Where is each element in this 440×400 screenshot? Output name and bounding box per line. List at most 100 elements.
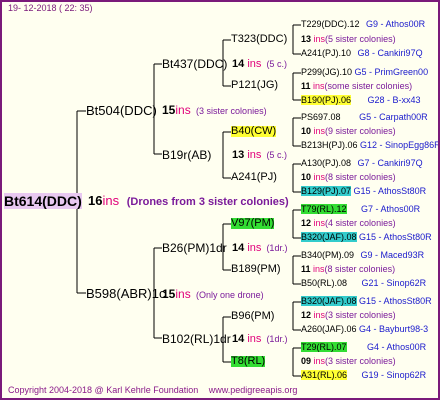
- gen1-name: Bt504(DDC): [86, 103, 157, 118]
- gen4-ref: G7 - Cankiri97Q: [357, 158, 423, 168]
- gen4-drones: 11 ins(8 sister colonies): [301, 265, 395, 274]
- gen2-info: 13 ins (5 c.): [232, 150, 287, 161]
- gen4-ref: G5 - Carpath00R: [359, 112, 428, 122]
- gen4-note: (5 sister colonies): [325, 34, 396, 44]
- gen2-count: 14: [232, 333, 245, 345]
- gen2-ins: ins: [247, 58, 262, 70]
- gen4-name: B320(JAF).08: [301, 296, 357, 306]
- gen4-drones: 09 ins(3 sister colonies): [301, 357, 396, 366]
- root-queen: Bt614(DDC): [4, 193, 82, 210]
- print-date: 19- 12-2018 ( 22: 35): [8, 3, 93, 13]
- gen4-drones: 13 ins(5 sister colonies): [301, 35, 396, 44]
- gen2-ins: ins: [247, 242, 262, 254]
- gen4-note: (3 sister colonies): [325, 356, 396, 366]
- gen4-ref: G15 - AthosSt80R: [353, 186, 427, 196]
- gen4-name: T29(RL).07: [301, 342, 347, 352]
- gen4-ins: ins: [313, 81, 325, 91]
- gen3-queen: A241(PJ): [231, 171, 277, 183]
- root-count: 16: [88, 193, 103, 208]
- gen1-note: (3 sister colonies): [196, 106, 267, 116]
- gen4-ref: G15 - AthosSt80R: [359, 296, 432, 306]
- gen4-name: PS697.08: [301, 112, 341, 122]
- gen2-count: 14: [232, 58, 245, 70]
- gen2-count: 13: [232, 149, 245, 161]
- gen4-name: B213H(PJ).06: [301, 140, 358, 150]
- gen1-ins: ins: [175, 287, 191, 301]
- gen3-queen: V97(PM): [231, 217, 275, 229]
- gen4-ins: ins: [313, 264, 325, 274]
- gen1-count: 15: [162, 287, 176, 301]
- gen4-note: (8 sister colonies): [324, 264, 396, 274]
- gen4-drones: 11 ins(some sister colonies): [301, 82, 412, 91]
- gen4-queen: T29(RL).07 G4 - Athos00R: [301, 342, 427, 352]
- gen4-queen: B50(RL).08 G21 - Sinop62R: [301, 279, 426, 288]
- gen4-ref: G15 - AthosSt80R: [359, 232, 432, 242]
- website-link[interactable]: www.pedigreeapis.org: [209, 385, 298, 395]
- gen4-note: (9 sister colonies): [325, 126, 396, 136]
- gen2-info: 14 ins (1dr.): [232, 334, 287, 345]
- root-note: (Drones from 3 sister colonies): [126, 196, 289, 208]
- gen4-name: B340(PM).09: [301, 250, 355, 260]
- gen4-drones: 10 ins(8 sister colonies): [301, 173, 396, 182]
- gen4-drones: 12 ins(4 sister colonies): [301, 219, 396, 228]
- gen4-ins: ins: [313, 218, 326, 228]
- gen4-note: (4 sister colonies): [325, 218, 396, 228]
- gen4-count: 10: [301, 172, 312, 182]
- gen4-queen: P299(JG).10 G5 - PrimGreen00: [301, 68, 428, 77]
- gen1-name: B598(ABR)1c: [86, 286, 166, 301]
- gen4-ins: ins: [313, 126, 326, 136]
- gen4-queen: T79(RL).12 G7 - Athos00R: [301, 204, 421, 214]
- gen4-ref: G19 - Sinop62R: [361, 370, 427, 380]
- gen4-name: A241(PJ).10: [301, 48, 352, 58]
- gen4-queen: T229(DDC).12 G9 - Athos00R: [301, 20, 425, 29]
- gen4-queen: A241(PJ).10 G8 - Cankiri97Q: [301, 49, 423, 58]
- gen4-count: 11: [301, 264, 311, 274]
- gen2-note: (1dr.): [266, 334, 288, 344]
- gen2-queen: B102(RL)1dr: [162, 332, 231, 346]
- gen4-name: A130(PJ).08: [301, 158, 352, 168]
- gen4-ref: G28 - B-xx43: [367, 95, 421, 105]
- gen4-ref: G4 - Athos00R: [367, 342, 427, 352]
- gen4-ins: ins: [313, 356, 326, 366]
- gen2-queen: B26(PM)1dr: [162, 241, 227, 255]
- gen4-name: A31(RL).06: [301, 370, 348, 380]
- gen2-note: (5 c.): [266, 150, 287, 160]
- gen2-count: 14: [232, 242, 245, 254]
- gen4-queen: B340(PM).09 G9 - Maced93R: [301, 251, 424, 260]
- gen3-queen: T8(RL): [231, 355, 266, 367]
- root-name: Bt614(DDC): [4, 193, 82, 209]
- gen4-ref: G8 - Cankiri97Q: [357, 48, 423, 58]
- gen4-ins: ins: [313, 172, 326, 182]
- gen4-ins: ins: [313, 34, 326, 44]
- gen4-ref: G7 - Athos00R: [361, 204, 421, 214]
- gen4-queen: B213H(PJ).06 G12 - SinopEgg86R: [301, 140, 440, 150]
- gen4-count: 10: [301, 126, 312, 136]
- gen4-ref: G9 - Athos00R: [366, 19, 426, 29]
- pedigree-chart: 19- 12-2018 ( 22: 35) Bt614(DDC) 16ins (…: [0, 0, 440, 400]
- root-ins: ins: [102, 193, 120, 208]
- gen2-queen: Bt437(DDC): [162, 57, 228, 71]
- gen4-queen: B129(PJ).07 G15 - AthosSt80R: [301, 186, 427, 196]
- gen1-count: 15: [162, 103, 176, 117]
- gen4-ref: G9 - Maced93R: [360, 250, 425, 260]
- gen1-info: 15ins (3 sister colonies): [162, 104, 267, 116]
- gen4-name: B50(RL).08: [301, 278, 348, 288]
- gen1-note: (Only one drone): [196, 290, 264, 300]
- gen1-ins: ins: [175, 103, 191, 117]
- gen4-queen: B190(PJ).06 G28 - B-xx43: [301, 95, 421, 105]
- gen4-queen: B320(JAF).08 G15 - AthosSt80R: [301, 232, 432, 242]
- gen4-ref: G5 - PrimGreen00: [354, 67, 429, 77]
- gen4-name: B129(PJ).07: [301, 186, 352, 196]
- gen4-count: 12: [301, 218, 312, 228]
- gen3-queen: B96(PM): [231, 310, 275, 322]
- footer: Copyright 2004-2018 @ Karl Kehrle Founda…: [8, 386, 297, 395]
- gen4-drones: 12 ins(3 sister colonies): [301, 311, 396, 320]
- gen2-note: (1dr.): [266, 243, 288, 253]
- gen1-sire-line: Bt504(DDC): [86, 104, 157, 117]
- gen1-info: 15ins (Only one drone): [162, 288, 264, 300]
- gen3-queen: B40(CW): [231, 125, 277, 137]
- gen3-queen: T323(DDC): [231, 33, 288, 45]
- gen4-queen: B320(JAF).08 G15 - AthosSt80R: [301, 296, 432, 306]
- gen4-ref: G12 - SinopEgg86R: [360, 140, 440, 150]
- gen2-note: (5 c.): [266, 59, 287, 69]
